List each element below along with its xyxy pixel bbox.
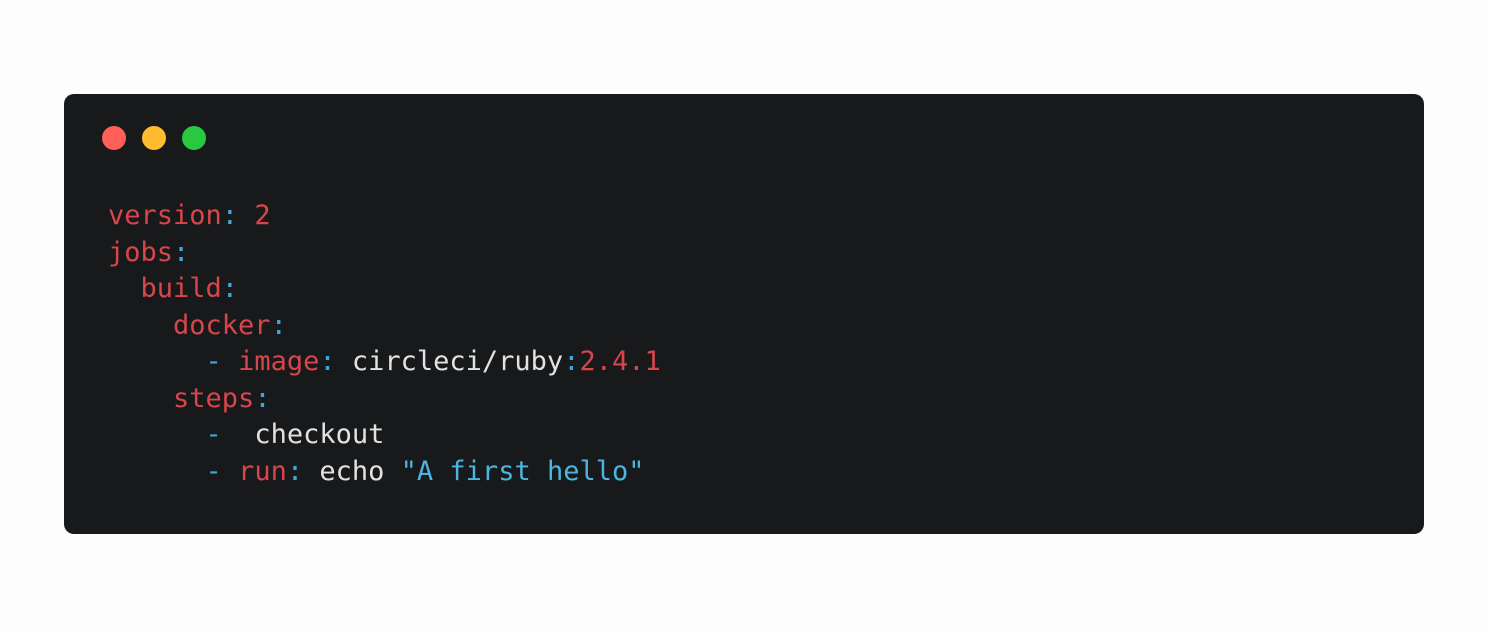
window-controls [102,126,206,150]
yaml-value [238,200,254,231]
yaml-key: image [238,346,320,377]
code-window: version: 2 jobs: build: docker: - image: … [64,94,1424,534]
key-colon: : [254,382,271,414]
key-colon: : [221,200,239,231]
code-line: version: 2 [108,198,661,235]
yaml-value: checkout [238,419,385,450]
maximize-dot-icon[interactable] [182,126,206,150]
key-colon: : [270,309,287,341]
yaml-key: build [140,273,222,304]
value-colon: : [563,346,580,377]
code-line: docker: [108,308,661,345]
key-colon: : [319,346,336,377]
code-line: build: [108,271,661,308]
key-colon: : [286,455,304,487]
yaml-number: 2.4.1 [579,346,661,377]
code-line: - checkout [108,417,661,454]
minimize-dot-icon[interactable] [142,126,166,150]
yaml-string: "A first hello" [400,455,645,487]
code-line: - image: circleci/ruby:2.4.1 [108,344,661,381]
list-dash: - [205,346,239,377]
yaml-number: 2 [254,200,271,231]
yaml-key: run [238,455,287,487]
list-dash: - [205,455,239,487]
yaml-key: steps [173,382,255,414]
key-colon: : [173,236,190,268]
code-line: steps: [108,381,661,418]
yaml-key: version [108,200,222,231]
yaml-key: docker [173,309,271,341]
yaml-key: jobs [108,236,174,268]
code-line: jobs: [108,235,661,272]
code-block: version: 2 jobs: build: docker: - image: … [108,198,661,490]
code-line: - run: echo "A first hello" [108,454,661,491]
yaml-value: echo [303,455,401,487]
list-dash: - [205,419,239,450]
yaml-value: circleci/ruby [335,346,564,377]
key-colon: : [221,273,239,304]
close-dot-icon[interactable] [102,126,126,150]
